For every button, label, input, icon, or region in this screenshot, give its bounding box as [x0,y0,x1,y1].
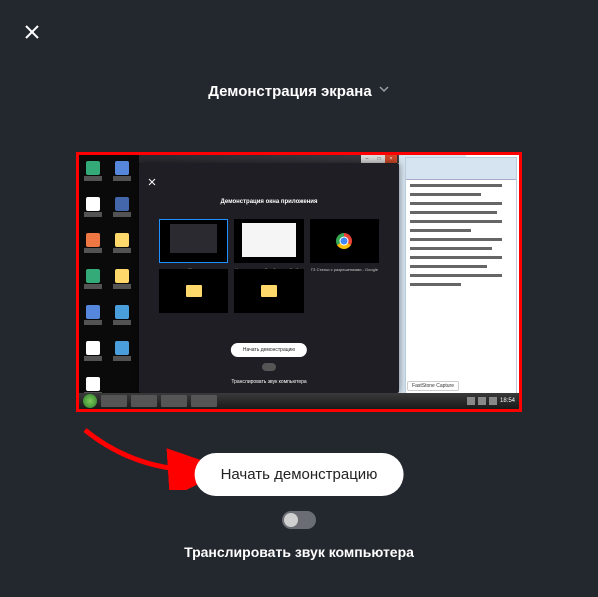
thumb-chrome: ТЗ Статьи с разрешениями - Google Док... [310,219,379,263]
start-orb-icon [83,394,97,408]
taskbar: 18:54 [79,393,519,409]
close-icon [24,24,40,40]
thumb-skype: Skype [159,219,228,263]
window-titlebar [139,155,399,163]
chevron-down-icon[interactable] [378,82,390,100]
window-buttons: – □ × [361,155,397,163]
close-button[interactable] [20,20,44,44]
start-demonstration-button[interactable]: Начать демонстрацию [195,453,404,496]
maximize-icon: □ [373,155,385,163]
header: Демонстрация экрана [0,82,598,100]
thumb-folder-2 [234,269,303,313]
broadcast-audio-toggle[interactable] [282,511,316,529]
inner-toggle [262,363,276,371]
toggle-knob [284,513,298,527]
inner-broadcast-label: Транслировать звук компьютера [139,379,399,385]
desktop-icons [83,161,135,403]
window-close-icon: × [385,155,397,163]
inner-close-icon [147,177,157,187]
broadcast-audio-label: Транслировать звук компьютера [0,544,598,560]
inner-dialog-title: Демонстрация окна приложения [139,199,399,205]
inner-start-button: Начать демонстрацию [231,343,307,357]
inner-skype-dialog: Демонстрация окна приложения Skype Как п… [139,163,399,393]
word-window [405,157,517,397]
inner-thumbnail-grid: Skype Как показать рабочий стол в Скайпе… [159,219,379,313]
minimize-icon: – [361,155,373,163]
clock: 18:54 [500,398,515,404]
thumb-folder-1 [159,269,228,313]
fastone-capture-badge: FastStone Capture [407,381,459,391]
header-title: Демонстрация экрана [208,83,371,100]
screen-preview[interactable]: – □ × Демонстрация окна приложения Skype… [79,155,519,409]
screen-preview-highlight: – □ × Демонстрация окна приложения Skype… [76,152,522,412]
thumb-doc: Как показать рабочий стол в Скайпе [234,219,303,263]
